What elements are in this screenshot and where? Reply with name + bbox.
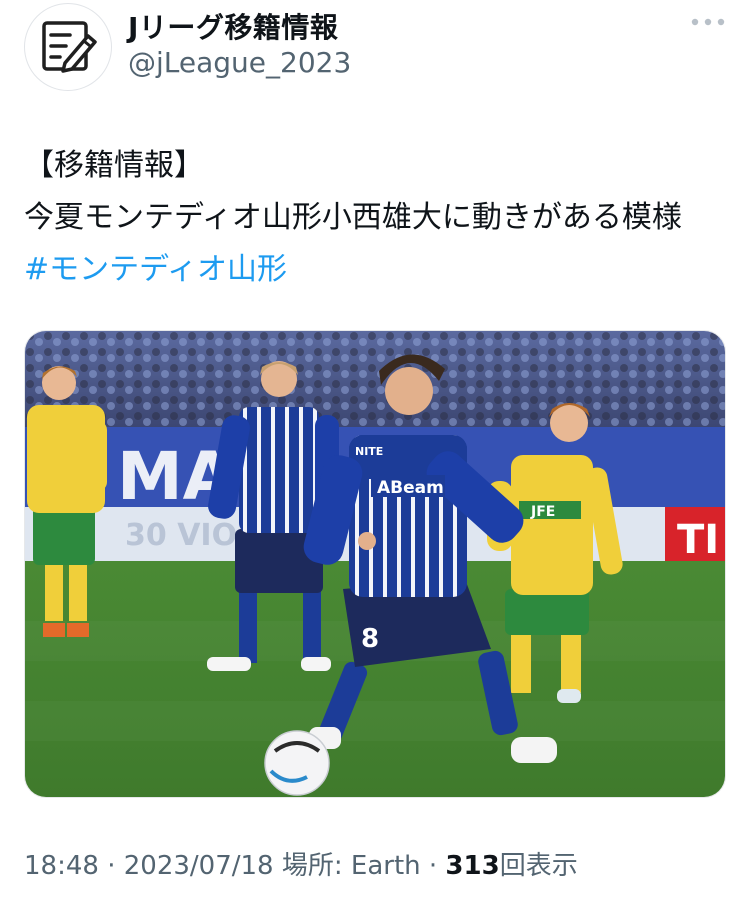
soccer-photo: MAG TI 30 VIO JFE 8 ABeam NITE — [25, 331, 725, 797]
views-label: 回表示 — [499, 851, 578, 881]
tweet-photo[interactable]: MAG TI 30 VIO JFE 8 ABeam NITE — [24, 330, 726, 798]
home-sponsor-text: ABeam — [377, 478, 444, 498]
avatar[interactable] — [24, 3, 112, 91]
tweet-container: Jリーグ移籍情報 @jLeague_2023 【移籍情報】 今夏モンテディオ山形… — [0, 0, 750, 901]
meta-separator: · — [428, 851, 438, 881]
home-sponsor-small-text: NITE — [355, 445, 383, 458]
display-name[interactable]: Jリーグ移籍情報 — [128, 6, 338, 46]
hashtag-link[interactable]: #モンテディオ山形 — [24, 244, 734, 296]
tweet-meta: 18:48 · 2023/07/18 場所: Earth · 313回表示 — [24, 845, 578, 882]
tweet-text: 【移籍情報】 今夏モンテディオ山形小西雄大に動きがある模様 #モンテディオ山形 — [24, 140, 734, 296]
views-count[interactable]: 313 — [445, 851, 499, 881]
tweet-time[interactable]: 18:48 — [24, 851, 99, 881]
home-number-text: 8 — [361, 624, 379, 654]
soccer-ball — [264, 730, 330, 796]
tweet-line-2: 今夏モンテディオ山形小西雄大に動きがある模様 — [24, 200, 682, 235]
location-value[interactable]: Earth — [351, 851, 421, 881]
banner-text-right: TI — [677, 517, 719, 563]
location-label: 場所: — [281, 851, 343, 881]
board-text: 30 VIO — [125, 518, 237, 553]
more-options-button[interactable] — [690, 14, 726, 30]
more-options-icon — [691, 18, 725, 26]
away-sponsor-text: JFE — [530, 504, 555, 520]
tweet-date[interactable]: 2023/07/18 — [124, 851, 274, 881]
user-handle[interactable]: @jLeague_2023 — [128, 46, 351, 79]
meta-separator: · — [107, 851, 116, 881]
document-pen-icon — [42, 21, 97, 73]
tweet-line-1: 【移籍情報】 — [24, 148, 204, 183]
